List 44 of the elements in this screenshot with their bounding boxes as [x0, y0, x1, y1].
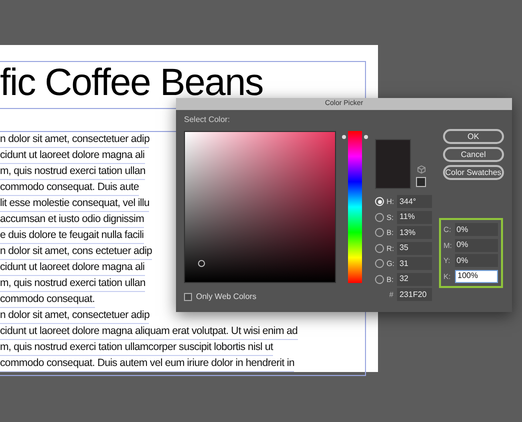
- body-text-line: lit esse molestie consequat, vel illu: [0, 196, 150, 212]
- body-text-line: commodo consequat.: [0, 292, 95, 308]
- radio-button[interactable]: [375, 259, 384, 268]
- cube-icon: [416, 165, 426, 174]
- body-text-line: cidunt ut laoreet dolore magna ali: [0, 260, 145, 276]
- dialog-button[interactable]: OK: [442, 129, 504, 144]
- body-text-line: e duis dolore te feugait nulla facili: [0, 228, 144, 244]
- radio-button[interactable]: [375, 212, 384, 222]
- body-text-line: n dolor sit amet, consectetuer adip: [0, 308, 150, 324]
- body-text-line: accumsan et iusto odio dignissim: [0, 212, 144, 228]
- body-text-line: cidunt ut laoreet dolore magna ali: [0, 148, 145, 164]
- input-field[interactable]: 100%: [454, 270, 498, 283]
- radio-button[interactable]: [375, 244, 384, 253]
- color-cursor[interactable]: [198, 260, 205, 267]
- radio-button[interactable]: [375, 274, 384, 284]
- input-field[interactable]: 231F20: [397, 288, 432, 302]
- input-field[interactable]: 344°: [397, 195, 432, 208]
- hue-thumb[interactable]: [342, 135, 346, 140]
- body-text-line: commodo consequat. Duis aute: [0, 180, 139, 196]
- checkbox-label: Only Web Colors: [196, 291, 256, 303]
- color-preview: [375, 139, 412, 189]
- body-text-line: n dolor sit amet, consectetuer adip: [0, 132, 150, 148]
- radio-button[interactable]: [375, 228, 384, 238]
- swatch-square[interactable]: [416, 177, 426, 187]
- input-field[interactable]: 0%: [454, 254, 498, 268]
- body-text-line: n dolor sit amet, cons ectetuer adip: [0, 244, 152, 260]
- input-field[interactable]: 11%: [397, 210, 432, 224]
- dialog-button[interactable]: Cancel: [442, 147, 504, 162]
- input-field[interactable]: 31: [397, 257, 432, 270]
- input-field[interactable]: 0%: [454, 238, 498, 252]
- body-text-line: m, quis nostrud exerci tation ullamcorper suscipit lobortis nisl ut: [0, 340, 274, 356]
- body-text-line: m, quis nostrud exerci tation ullan: [0, 276, 146, 292]
- input-field[interactable]: 0%: [454, 223, 498, 236]
- input-field[interactable]: 35: [397, 242, 432, 255]
- heading: fic Coffee Beans: [0, 62, 263, 104]
- checkbox[interactable]: [184, 293, 192, 301]
- input-field[interactable]: 32: [397, 272, 432, 286]
- body-text-line: m, quis nostrud exerci tation ullan: [0, 164, 146, 180]
- saturation-brightness-field[interactable]: [184, 131, 336, 283]
- dialog-button[interactable]: Color Swatches: [442, 165, 504, 180]
- body-text-line: commodo consequat. Duis autem vel eum iriure dolor in hendrerit in: [0, 356, 294, 372]
- body-text-line: cidunt ut laoreet dolore magna aliquam erat volutpat. Ut wisi enim ad: [0, 324, 298, 340]
- input-field[interactable]: 13%: [397, 226, 432, 240]
- select-color-label: Select Color:: [184, 114, 230, 126]
